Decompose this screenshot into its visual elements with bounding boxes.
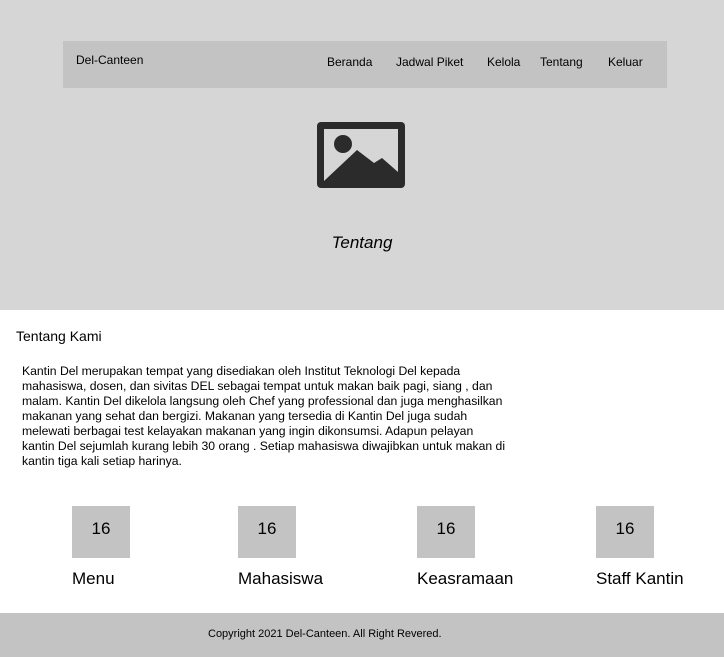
stat-label-mahasiswa: Mahasiswa [238,569,324,588]
stat-box-staff-kantin: 16 [596,506,654,558]
stat-label-staff-kantin: Staff Kantin [596,569,684,588]
page-title: Tentang [331,233,393,252]
navbar: Del-Canteen Beranda Jadwal Piket Kelola … [63,41,667,88]
about-line: kantin Del sejumlah kurang lebih 30 oran… [22,439,506,453]
stat-box-keasramaan: 16 [417,506,475,558]
stat-value: 16 [615,519,635,538]
nav-item-jadwal-piket[interactable]: Jadwal Piket [396,55,463,69]
about-line: melewati berbagai test kelayakan makanan… [22,424,474,438]
about-heading: Tentang Kami [16,328,102,344]
stat-value: 16 [257,519,277,538]
nav-item-kelola[interactable]: Kelola [487,55,520,69]
about-line: makanan yang sehat dan bergizi. Makanan … [22,409,468,423]
stat-value: 16 [436,519,456,538]
about-line: mahasiswa, dosen, dan sivitas DEL sebaga… [22,379,493,393]
image-placeholder-icon [317,122,405,188]
brand-logo-text[interactable]: Del-Canteen [76,53,143,67]
stat-label-menu: Menu [72,569,115,588]
about-line: malam. Kantin Del dikelola langsung oleh… [22,394,503,408]
about-line: kantin tiga kali setiap harinya. [22,454,182,468]
stat-label-keasramaan: Keasramaan [417,569,514,588]
stat-box-mahasiswa: 16 [238,506,296,558]
stat-box-menu: 16 [72,506,130,558]
hero-section: Del-Canteen Beranda Jadwal Piket Kelola … [0,0,724,310]
stat-value: 16 [91,519,111,538]
about-line: Kantin Del merupakan tempat yang disedia… [22,364,461,378]
nav-item-tentang[interactable]: Tentang [540,55,583,69]
footer: Copyright 2021 Del-Canteen. All Right Re… [0,613,724,657]
nav-item-keluar[interactable]: Keluar [608,55,643,69]
nav-item-beranda[interactable]: Beranda [327,55,372,69]
about-paragraph: Kantin Del merupakan tempat yang disedia… [22,364,542,469]
copyright-text: Copyright 2021 Del-Canteen. All Right Re… [208,628,442,640]
